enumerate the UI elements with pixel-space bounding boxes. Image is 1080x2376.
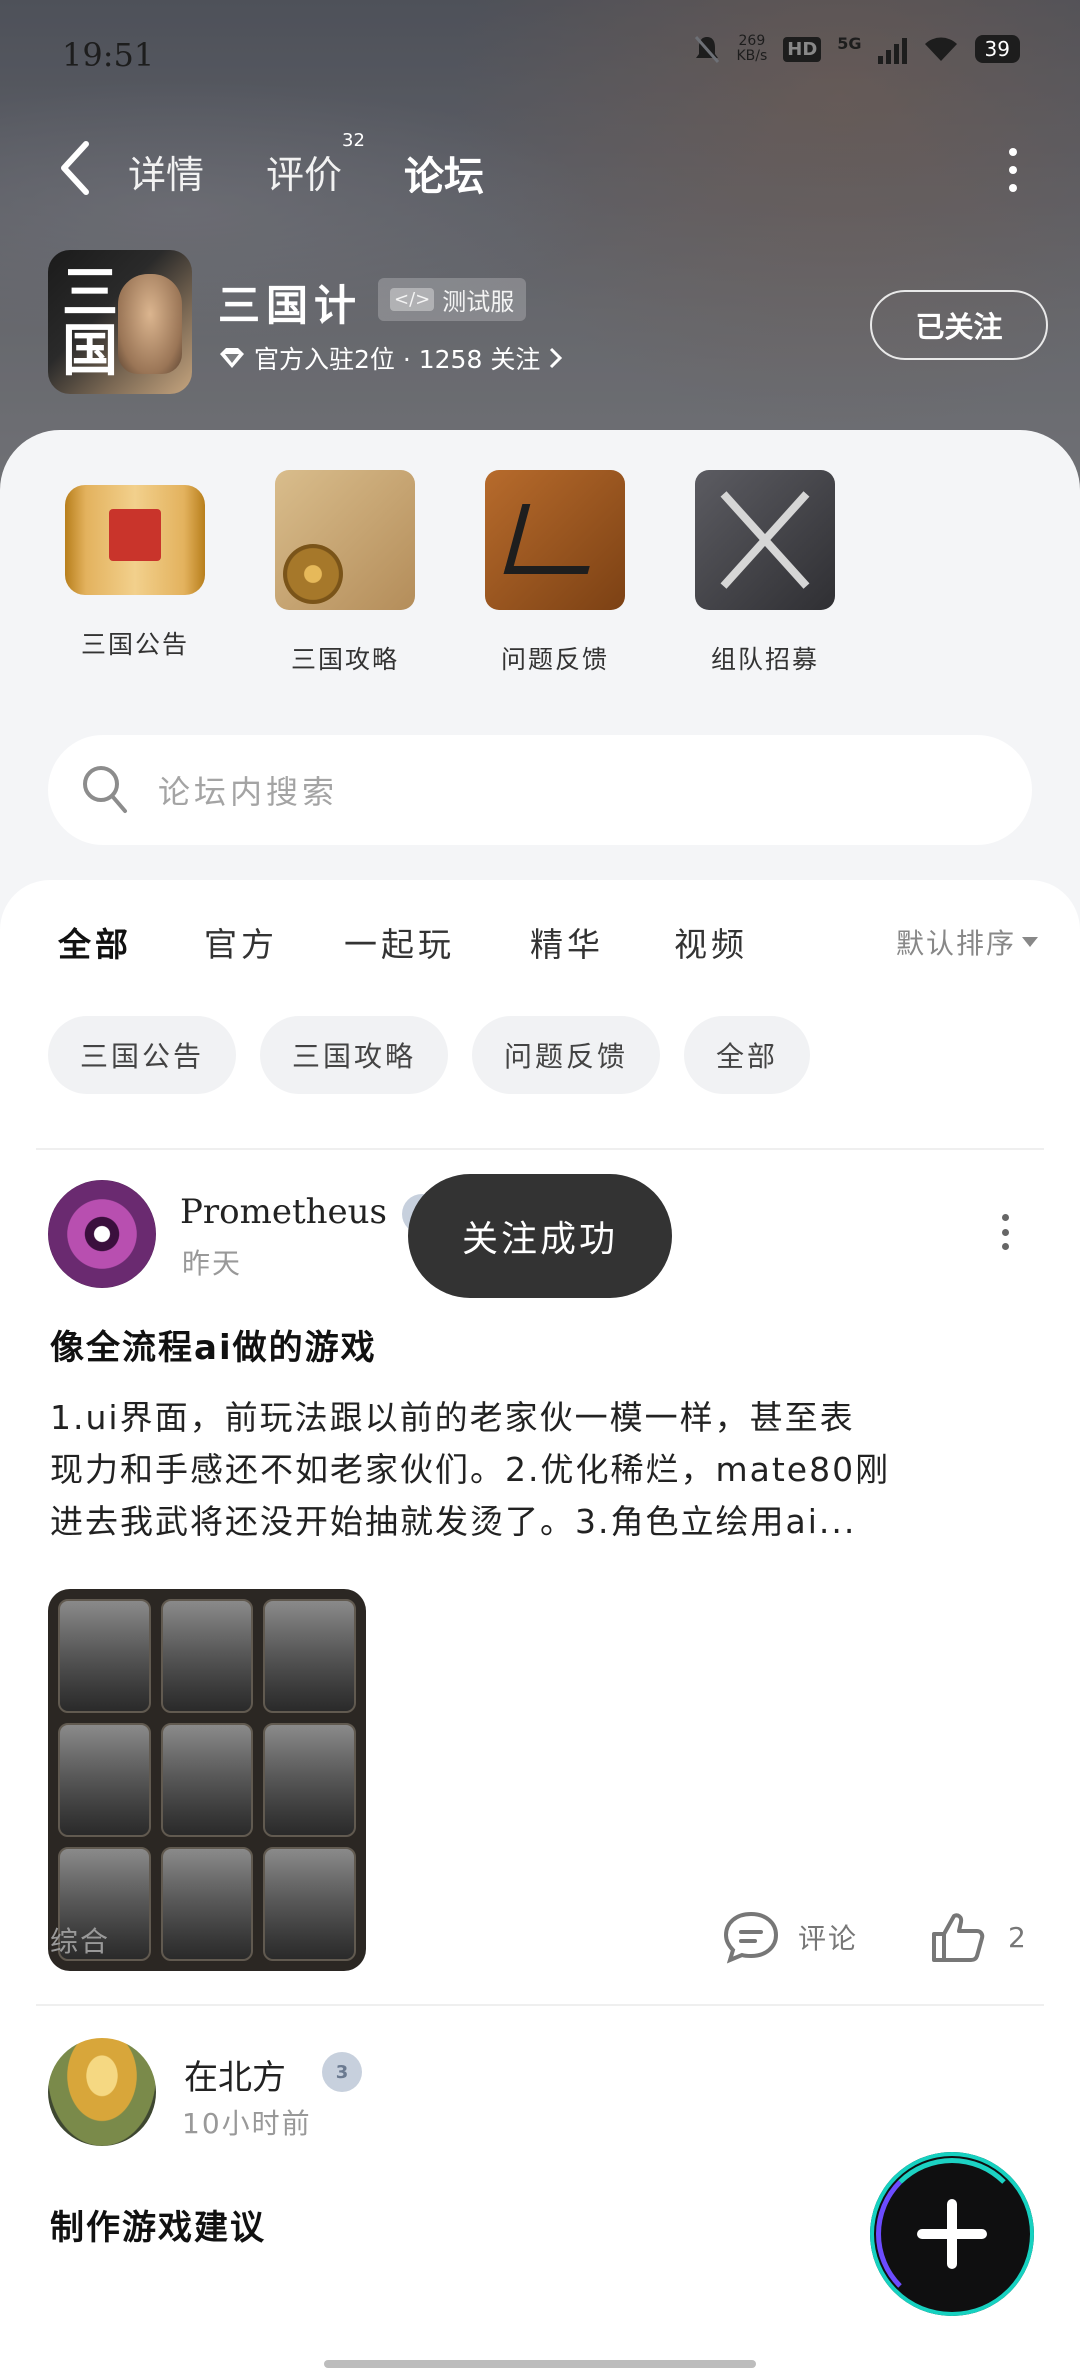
avatar[interactable] bbox=[48, 1180, 156, 1288]
game-logo[interactable]: 三国 bbox=[48, 250, 192, 394]
divider bbox=[36, 2004, 1044, 2006]
avatar[interactable] bbox=[48, 2038, 156, 2146]
battery-level: 39 bbox=[974, 35, 1020, 63]
chip-all[interactable]: 全部 bbox=[684, 1016, 811, 1094]
quick-entry-label: 问题反馈 bbox=[500, 645, 609, 674]
game-logo-portrait bbox=[118, 274, 182, 374]
weapons-icon bbox=[695, 470, 835, 610]
post-category[interactable]: 综合 bbox=[50, 1920, 110, 1960]
filter-tab-video[interactable]: 视频 bbox=[674, 918, 748, 966]
hero-portrait bbox=[160, 1599, 254, 1713]
follow-button[interactable]: 已关注 bbox=[870, 290, 1048, 360]
net-speed: 269 KB/s bbox=[736, 34, 767, 64]
game-meta[interactable]: 官方入驻2位 · 1258 关注 bbox=[218, 340, 564, 376]
top-nav: 详情 评价 32 论坛 bbox=[0, 130, 1080, 210]
review-count: 32 bbox=[342, 130, 365, 151]
diamond-icon bbox=[220, 348, 244, 368]
divider bbox=[36, 1148, 1044, 1150]
post-time: 10小时前 bbox=[182, 2107, 312, 2140]
tab-forum[interactable]: 论坛 bbox=[404, 144, 484, 202]
like-count: 2 bbox=[1008, 1920, 1026, 1954]
post-footer: 综合 评论 2 bbox=[50, 1910, 1030, 1970]
search-input[interactable]: 论坛内搜索 bbox=[48, 735, 1032, 845]
scroll-icon bbox=[65, 485, 205, 595]
map-icon bbox=[275, 470, 415, 610]
wifi-icon bbox=[924, 37, 957, 61]
post-more-icon[interactable] bbox=[1000, 1214, 1010, 1250]
user-level-badge: 3 bbox=[322, 2052, 362, 2092]
filter-tab-play-together[interactable]: 一起玩 bbox=[344, 918, 455, 966]
sort-dropdown[interactable]: 默认排序 bbox=[896, 922, 1038, 962]
chip-announcement[interactable]: 三国公告 bbox=[48, 1016, 237, 1094]
hero-portrait bbox=[263, 1599, 356, 1713]
post-body-line: 进去我武将还没开始抽就发烫了。3.角色立绘用ai... bbox=[50, 1502, 857, 1541]
status-time: 19:51 bbox=[62, 36, 155, 74]
quick-entry-label: 三国攻略 bbox=[290, 645, 399, 674]
hero-portrait bbox=[58, 1723, 151, 1837]
status-bar: 19:51 269 KB/s HD 5G 39 bbox=[0, 30, 1080, 80]
post-time: 昨天 bbox=[182, 1247, 243, 1280]
hero-portrait bbox=[160, 1723, 254, 1837]
game-name: 三国计 bbox=[218, 281, 363, 330]
filter-tab-official[interactable]: 官方 bbox=[204, 918, 278, 966]
sort-label: 默认排序 bbox=[895, 927, 1016, 960]
home-indicator[interactable] bbox=[324, 2360, 756, 2368]
game-meta-text: 官方入驻2位 · 1258 关注 bbox=[254, 345, 541, 374]
network-type: 5G bbox=[837, 34, 862, 53]
net-speed-value: 269 bbox=[738, 33, 766, 49]
filter-tab-all[interactable]: 全部 bbox=[58, 918, 132, 966]
quick-entry-announcement[interactable]: 三国公告 bbox=[30, 470, 240, 676]
caret-down-icon bbox=[1022, 937, 1038, 947]
quick-entry-label: 组队招募 bbox=[710, 645, 819, 674]
comment-button[interactable]: 评论 bbox=[722, 1910, 858, 1964]
hero-portrait bbox=[58, 1599, 151, 1713]
tab-detail[interactable]: 详情 bbox=[128, 144, 204, 199]
comment-label: 评论 bbox=[798, 1922, 859, 1955]
search-icon bbox=[83, 766, 127, 813]
like-button[interactable]: 2 bbox=[930, 1910, 1026, 1964]
mute-icon bbox=[695, 36, 720, 63]
quick-entry-feedback[interactable]: 问题反馈 bbox=[450, 470, 660, 676]
plus-icon bbox=[917, 2199, 987, 2269]
quick-entry-recruit[interactable]: 组队招募 bbox=[660, 470, 870, 676]
quick-entry-guide[interactable]: 三国攻略 bbox=[240, 470, 450, 676]
status-icons: 269 KB/s HD 5G 39 bbox=[694, 34, 1020, 64]
forum-sheet: 三国公告 三国攻略 问题反馈 组队招募 论坛内搜索 全部 官方 一起玩 精华 视… bbox=[0, 430, 1080, 2376]
create-post-button[interactable] bbox=[870, 2152, 1034, 2316]
post-body-line: 1.ui界面，前玩法跟以前的老家伙一模一样，甚至表 bbox=[50, 1398, 855, 1437]
search-placeholder: 论坛内搜索 bbox=[158, 773, 339, 811]
filter-tabs: 全部 官方 一起玩 精华 视频 默认排序 bbox=[58, 918, 1038, 978]
more-options-icon[interactable] bbox=[1008, 148, 1018, 192]
chip-guide[interactable]: 三国攻略 bbox=[260, 1016, 449, 1094]
game-logo-text: 三国 bbox=[62, 260, 118, 384]
calligraphy-icon bbox=[485, 470, 625, 610]
quick-entries: 三国公告 三国攻略 问题反馈 组队招募 bbox=[30, 470, 870, 676]
signal-icon bbox=[877, 34, 907, 64]
beta-badge: </> 测试服 bbox=[378, 278, 527, 321]
filter-tab-featured[interactable]: 精华 bbox=[530, 918, 604, 966]
game-info: 三国 三国计 </> 测试服 官方入驻2位 · 1258 关注 已关注 bbox=[48, 250, 1048, 400]
post-author[interactable]: 在北方 bbox=[184, 2050, 286, 2099]
chip-feedback[interactable]: 问题反馈 bbox=[472, 1016, 661, 1094]
back-arrow-icon[interactable] bbox=[52, 138, 102, 198]
thumbs-up-icon bbox=[932, 1913, 985, 1962]
quick-entry-label: 三国公告 bbox=[80, 630, 189, 659]
post-body-line: 现力和手感还不如老家伙们。2.优化稀烂，mate80刚 bbox=[50, 1450, 891, 1489]
category-chips: 三国公告 三国攻略 问题反馈 全部 bbox=[48, 1016, 811, 1094]
post-title[interactable]: 像全流程ai做的游戏 bbox=[50, 1320, 377, 1369]
post-author[interactable]: Prometheus bbox=[180, 1192, 387, 1232]
toast-message: 关注成功 bbox=[408, 1174, 672, 1298]
code-icon: </> bbox=[390, 288, 435, 311]
beta-label: 测试服 bbox=[442, 288, 515, 316]
post-title[interactable]: 制作游戏建议 bbox=[50, 2200, 266, 2249]
chevron-right-icon bbox=[550, 347, 563, 369]
hero-portrait bbox=[263, 1723, 356, 1837]
hd-badge: HD bbox=[783, 36, 822, 62]
comment-icon bbox=[723, 1911, 779, 1964]
tab-review[interactable]: 评价 bbox=[266, 144, 342, 199]
post-body[interactable]: 1.ui界面，前玩法跟以前的老家伙一模一样，甚至表 现力和手感还不如老家伙们。2… bbox=[50, 1392, 1030, 1548]
post-list-card: 全部 官方 一起玩 精华 视频 默认排序 三国公告 三国攻略 问题反馈 全部 P… bbox=[0, 880, 1080, 2376]
net-speed-unit: KB/s bbox=[736, 48, 768, 64]
